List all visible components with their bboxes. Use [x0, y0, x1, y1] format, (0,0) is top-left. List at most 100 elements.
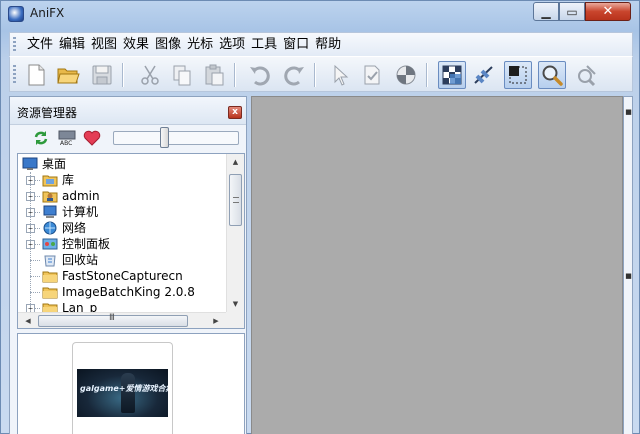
- tree-connector: [30, 276, 40, 277]
- menu-item[interactable]: 文件: [24, 37, 56, 53]
- open-folder-icon: [57, 68, 80, 84]
- cut-button[interactable]: [136, 61, 164, 89]
- refresh-icon[interactable]: [32, 129, 50, 147]
- control-panel-icon: [42, 238, 58, 250]
- tree-node[interactable]: + 计算机: [18, 204, 228, 220]
- preview-button[interactable]: [572, 61, 600, 89]
- minimize-icon: ▁: [541, 5, 551, 19]
- tree-node[interactable]: + 网络: [18, 220, 228, 236]
- close-icon: ✕: [602, 4, 614, 19]
- app-logo-icon[interactable]: [8, 6, 24, 22]
- menu-item[interactable]: 视图: [88, 37, 120, 53]
- open-button[interactable]: [54, 61, 82, 89]
- dock-tab[interactable]: ■: [625, 105, 632, 119]
- menu-item[interactable]: 光标: [184, 37, 216, 53]
- thumbnail-image: galgame+爱情游戏合集: [77, 369, 168, 417]
- scroll-left-icon[interactable]: ◀: [20, 313, 36, 328]
- selection-frame-icon: [509, 66, 527, 84]
- copy-button[interactable]: [168, 61, 196, 89]
- toolbar-separator: [122, 63, 124, 87]
- svg-text:ABC: ABC: [60, 140, 72, 147]
- redo-button[interactable]: [280, 61, 308, 89]
- scroll-grip: [233, 197, 239, 203]
- pointer-icon: [334, 64, 349, 86]
- scroll-right-icon[interactable]: ▶: [208, 313, 224, 328]
- tree-vertical-scrollbar[interactable]: ▲ ▼: [226, 154, 244, 312]
- thumbnail-preview-area: galgame+爱情游戏合集: [17, 333, 245, 434]
- explorer-title: 资源管理器: [17, 106, 78, 120]
- tree-node-label: ImageBatchKing 2.0.8: [62, 285, 195, 299]
- slider-thumb[interactable]: [160, 127, 169, 148]
- check-doc-button[interactable]: [358, 61, 386, 89]
- thumbnail-caption: galgame+爱情游戏合集: [80, 384, 168, 393]
- tree-node-label: admin: [62, 189, 100, 203]
- menu-item[interactable]: 选项: [216, 37, 248, 53]
- title-bar[interactable]: AniFX ▁ ▭ ✕: [1, 1, 639, 27]
- tree-connector: [30, 292, 40, 293]
- horizontal-scroll-thumb[interactable]: III: [38, 313, 188, 327]
- tree-node[interactable]: 桌面: [18, 156, 228, 172]
- save-button[interactable]: [88, 61, 116, 89]
- new-file-button[interactable]: [22, 61, 50, 89]
- minimize-button[interactable]: ▁: [533, 2, 559, 21]
- tree-node[interactable]: + admin: [18, 188, 228, 204]
- circle-split-button[interactable]: [392, 61, 420, 89]
- scroll-up-icon[interactable]: ▲: [227, 154, 244, 170]
- scroll-grip: III: [109, 313, 115, 323]
- selection-frame-button[interactable]: [504, 61, 532, 89]
- zoom-button[interactable]: [538, 61, 566, 89]
- tree-node[interactable]: ImageBatchKing 2.0.8: [18, 284, 228, 300]
- main-toolbar: [9, 56, 633, 92]
- computer-icon: [43, 205, 57, 218]
- network-icon: [43, 221, 57, 235]
- paste-button[interactable]: [200, 61, 228, 89]
- scroll-down-icon[interactable]: ▼: [227, 296, 244, 312]
- thumbnail-card[interactable]: galgame+爱情游戏合集: [72, 342, 173, 434]
- editor-workspace[interactable]: [251, 96, 623, 434]
- menu-grip[interactable]: [13, 37, 16, 53]
- tree-node[interactable]: FastStoneCapturecn: [18, 268, 228, 284]
- transparency-grid-button[interactable]: [438, 61, 466, 89]
- tree-horizontal-scrollbar[interactable]: ◀ III ▶: [18, 312, 226, 328]
- toolbar-grip[interactable]: [13, 65, 16, 85]
- folder-tree: 桌面 + 库 + admin + 计算机 + 网络 + 控制面板 回收站 FastStoneCaptur…: [17, 153, 245, 329]
- zoom-icon: [542, 65, 563, 86]
- check-doc-icon: [364, 65, 380, 85]
- hotspot-button[interactable]: [470, 61, 498, 89]
- maximize-button[interactable]: ▭: [559, 2, 585, 21]
- menu-item[interactable]: 图像: [152, 37, 184, 53]
- tree-node[interactable]: + 库: [18, 172, 228, 188]
- tree-node-label: 桌面: [42, 157, 67, 171]
- vertical-scroll-thumb[interactable]: [229, 174, 242, 226]
- hotspot-icon: [474, 66, 493, 84]
- toolbar-separator: [234, 63, 236, 87]
- new-file-icon: [28, 64, 45, 86]
- folder-icon: [42, 287, 58, 299]
- user-folder-icon: [42, 191, 58, 203]
- tree-node[interactable]: 回收站: [18, 252, 228, 268]
- thumbnail-size-slider[interactable]: [113, 131, 239, 145]
- tree-node-label: FastStoneCapturecn: [62, 269, 183, 283]
- copy-icon: [173, 65, 191, 86]
- explorer-close-button[interactable]: x: [228, 106, 242, 119]
- cut-icon: [141, 65, 159, 85]
- menu-item[interactable]: 帮助: [312, 37, 344, 53]
- tree-connector: [30, 172, 31, 312]
- menu-item[interactable]: 效果: [120, 37, 152, 53]
- dock-tab[interactable]: ■: [625, 269, 632, 283]
- save-icon: [92, 65, 112, 85]
- menu-items: 文件 编辑 视图 效果 图像 光标 选项 工具 窗口 帮助: [24, 37, 344, 53]
- undo-button[interactable]: [246, 61, 274, 89]
- tree-node-label: 控制面板: [62, 237, 111, 251]
- menu-item[interactable]: 窗口: [280, 37, 312, 53]
- view-mode-icon[interactable]: ABC: [58, 129, 76, 147]
- close-button[interactable]: ✕: [585, 2, 631, 21]
- toolbar-separator: [426, 63, 428, 87]
- pointer-button[interactable]: [326, 61, 354, 89]
- explorer-header: 资源管理器 x: [10, 97, 246, 125]
- tree-node[interactable]: + 控制面板: [18, 236, 228, 252]
- toolbar-separator: [314, 63, 316, 87]
- menu-item[interactable]: 编辑: [56, 37, 88, 53]
- menu-item[interactable]: 工具: [248, 37, 280, 53]
- favorites-heart-icon[interactable]: [83, 129, 101, 147]
